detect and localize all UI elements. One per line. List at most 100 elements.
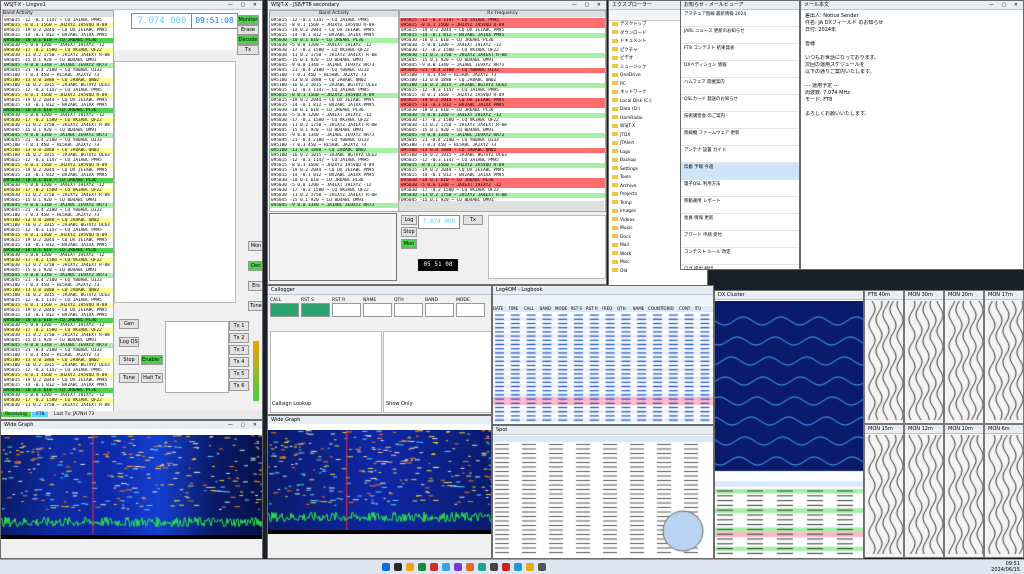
decode-row[interactable]: 095045 -9 0.0 1340 ~ JA1ABC JE9XYZ RR73 [270, 203, 398, 208]
news-item[interactable]: ハムフェア 開催案内 [681, 78, 799, 95]
news-item[interactable]: ログ 提出 締切 [681, 265, 799, 269]
callogger-field[interactable]: RST R [332, 298, 361, 324]
window-controls-icon[interactable]: — ▢ ✕ [989, 1, 1021, 9]
tx5-button[interactable]: Tx 5 [229, 369, 249, 379]
taskbar-app-icon[interactable] [514, 563, 522, 571]
window-controls-icon[interactable]: — ▢ ✕ [572, 1, 604, 9]
dx-cluster-table[interactable] [715, 301, 863, 558]
tx1-button[interactable]: Tx 1 [229, 321, 249, 331]
monitor-button[interactable]: Monitor [237, 15, 259, 25]
generate-std-button[interactable]: Gen [119, 319, 139, 329]
window-controls-icon[interactable]: — ▢ ✕ [228, 421, 260, 429]
logbook-column-header[interactable]: MODE [555, 306, 571, 311]
news-item[interactable]: DXペディション 情報 [681, 61, 799, 78]
news-item[interactable]: アンテナ 設置 ガイド [681, 146, 799, 163]
news-item[interactable]: FT8 コンテスト 結果発表 [681, 44, 799, 61]
news-list[interactable]: アマチュア無線 最新情報 2024 JARL ニュース 更新のお知らせ FT8 コン… [681, 10, 799, 269]
decode-row[interactable]: 095030 -11 0.2 1750 ~ JH1XYZ JA4EXT R-08 [3, 403, 113, 408]
callogger-field-input[interactable] [332, 303, 361, 317]
news-item[interactable]: アワード 申請 受付 [681, 231, 799, 248]
callogger-field-input[interactable] [363, 303, 392, 317]
log-qso-button[interactable]: Log QSO [119, 337, 139, 347]
logbook-column-header[interactable]: GRID [664, 306, 680, 311]
taskbar-app-icon[interactable] [442, 563, 450, 571]
callogger-field-input[interactable] [394, 303, 423, 317]
taskbar-app-icon[interactable] [478, 563, 486, 571]
news-item[interactable]: コンテスト ルール 改定 [681, 248, 799, 265]
taskbar-app-icon[interactable] [406, 563, 414, 571]
logbook-column-header[interactable]: TIME [509, 306, 525, 311]
callogger-field-input[interactable] [425, 303, 454, 317]
logbook-column-header[interactable]: RST S [571, 306, 587, 311]
news-item[interactable]: JARL ニュース 更新のお知らせ [681, 27, 799, 44]
tx-message-panel-2 [488, 215, 606, 279]
callogger-field[interactable]: BAND [425, 298, 454, 324]
tune-button[interactable]: Tune [119, 373, 139, 383]
callogger-field[interactable]: RST S [301, 298, 330, 324]
tx-message-field[interactable] [165, 321, 229, 393]
news-item[interactable]: QSLカード 発送のお知らせ [681, 95, 799, 112]
callogger-field[interactable]: CALL [270, 298, 299, 324]
logbook-column-header[interactable]: NAME [633, 306, 649, 311]
side-button-green[interactable]: Dec [248, 261, 262, 271]
news-item[interactable]: 会員 情報 更新 [681, 214, 799, 231]
logbook-column-header[interactable]: QTH [617, 306, 633, 311]
taskbar-app-icon[interactable] [382, 563, 390, 571]
side-button-3[interactable]: Tune [248, 301, 262, 311]
halt-tx-button[interactable]: Halt Tx [141, 373, 163, 383]
callogger-field[interactable]: QTH [394, 298, 423, 324]
decode-button[interactable]: Decode [237, 35, 259, 45]
side-button[interactable]: Mon [248, 241, 262, 251]
log-qso-button-2[interactable]: Log [401, 215, 417, 225]
tx3-button[interactable]: Tx 3 [229, 345, 249, 355]
enable-tx-button-3[interactable]: Tx [463, 215, 483, 225]
stop-button[interactable]: Stop [119, 355, 139, 365]
window-controls-icon[interactable]: — ▢ ✕ [228, 1, 260, 9]
news-item[interactable]: 無線機 ファームウェア 更新 [681, 129, 799, 146]
callogger-field[interactable]: NAME [363, 298, 392, 324]
taskbar-app-icon[interactable] [526, 563, 534, 571]
tx2-button[interactable]: Tx 2 [229, 333, 249, 343]
taskbar-app-icon[interactable] [418, 563, 426, 571]
band-activity-list[interactable]: 095015 -12 -0.3 1147 ~ CQ JA1ABC PM95 095… [3, 18, 113, 411]
callsign-lookup-label: Callsign Lookup [272, 401, 312, 407]
spot-table[interactable] [493, 436, 713, 556]
news-item[interactable]: 移動運用 レポート [681, 197, 799, 214]
taskbar-app-icon[interactable] [466, 563, 474, 571]
taskbar-app-icon[interactable] [394, 563, 402, 571]
wsjtx2-title-bar: WSJT-X - JS8/FT8 secondary — ▢ ✕ [268, 1, 606, 10]
stop-button-2[interactable]: Stop [401, 227, 417, 237]
news-item[interactable]: 伝搬 予報 今週 [681, 163, 799, 180]
news-item[interactable]: アマチュア無線 最新情報 2024 [681, 10, 799, 27]
callogger-field-input[interactable] [270, 303, 299, 317]
logbook-rows[interactable] [493, 313, 713, 423]
enable-tx-button-2[interactable]: Enable Tx [141, 355, 163, 365]
side-button-2[interactable]: Ers [248, 281, 262, 291]
news-item[interactable]: 電子QSL 利用方法 [681, 180, 799, 197]
rx-frequency-list-2[interactable]: 095015 -12 -0.3 1147 ~ CQ JA1ABC PM95 095… [400, 18, 605, 211]
callogger-field[interactable]: MODE [456, 298, 485, 324]
logbook-column-header[interactable]: CALL [524, 306, 540, 311]
logbook-column-header[interactable]: FREQ [602, 306, 618, 311]
tx4-button[interactable]: Tx 4 [229, 357, 249, 367]
news-item[interactable]: 技術講習会 のご案内 [681, 112, 799, 129]
callogger-field-input[interactable] [456, 303, 485, 317]
taskbar-app-icon[interactable] [490, 563, 498, 571]
monitor-button-2[interactable]: Mon [401, 239, 417, 249]
logbook-column-header[interactable]: COUNTRY [648, 306, 664, 311]
taskbar-app-icon[interactable] [454, 563, 462, 571]
taskbar-app-icon[interactable] [430, 563, 438, 571]
band-activity-list-2[interactable]: 095015 -12 -0.3 1147 ~ CQ JA1ABC PM95 095… [270, 18, 398, 211]
monitor-window: MON 10m [944, 424, 984, 558]
logbook-column-header[interactable]: RST R [586, 306, 602, 311]
logbook-column-header[interactable]: CONT [679, 306, 695, 311]
tx6-button[interactable]: Tx 6 [229, 381, 249, 391]
logbook-column-header[interactable]: DATE [493, 306, 509, 311]
callogger-field-input[interactable] [301, 303, 330, 317]
logbook-column-header[interactable]: BAND [540, 306, 556, 311]
enable-tx-button[interactable]: Tx [237, 45, 259, 55]
logbook-column-header[interactable]: ITU [695, 306, 711, 311]
taskbar-app-icon[interactable] [502, 563, 510, 571]
erase-button[interactable]: Erase [237, 25, 259, 35]
taskbar-app-icon[interactable] [538, 563, 546, 571]
